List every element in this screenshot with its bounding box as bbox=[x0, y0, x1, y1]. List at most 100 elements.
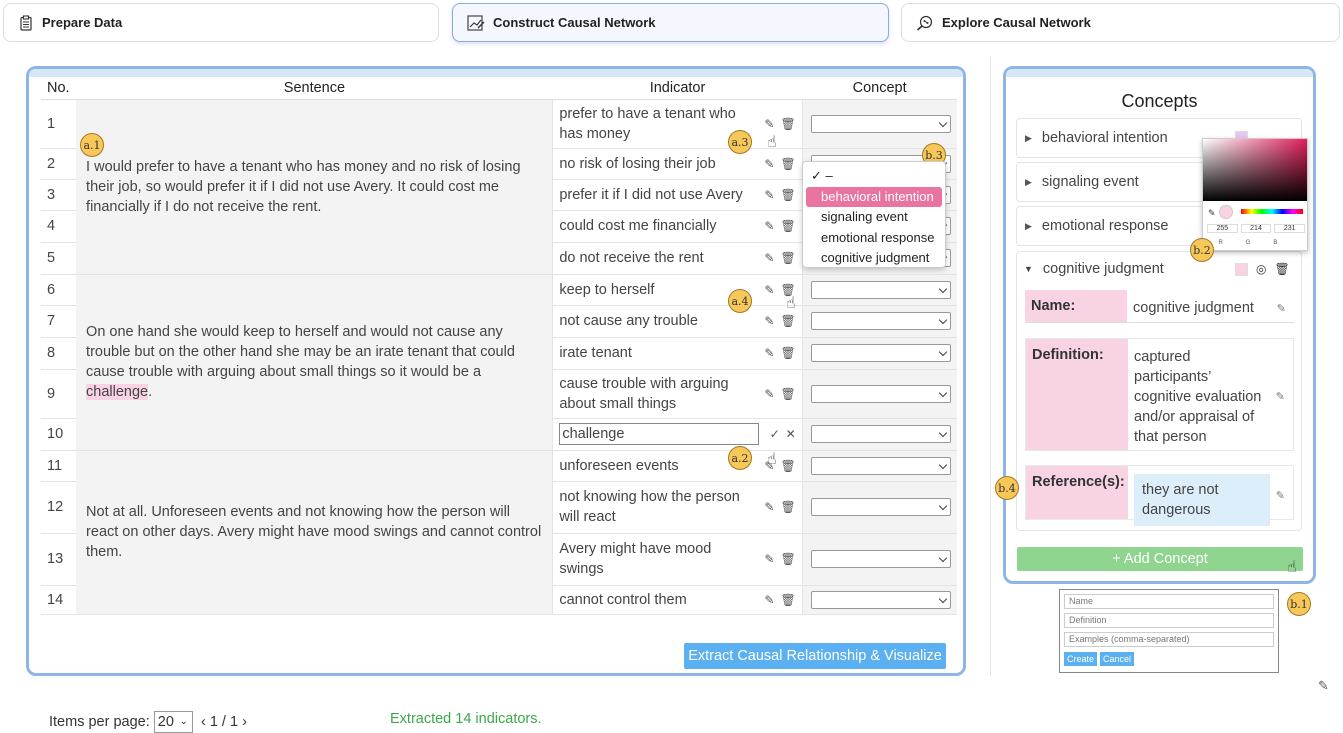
b-input[interactable]: 231 bbox=[1274, 224, 1306, 233]
concept-select[interactable] bbox=[810, 114, 951, 133]
pencil-icon[interactable]: ✎ bbox=[764, 280, 774, 300]
header-concept: Concept bbox=[802, 77, 957, 100]
indicator-table: No. Sentence Indicator Concept 1I would … bbox=[41, 77, 957, 615]
pencil-icon[interactable]: ✎ bbox=[764, 497, 774, 517]
trash-icon[interactable]: 🗑 bbox=[780, 384, 795, 404]
pencil-icon[interactable]: ✎ bbox=[764, 248, 774, 268]
g-label: G bbox=[1245, 240, 1251, 246]
indicator-cell: not cause any trouble ✎ 🗑 bbox=[552, 305, 803, 338]
concept-select[interactable] bbox=[810, 498, 951, 516]
row-number: 4 bbox=[41, 210, 77, 243]
panel-header-bar bbox=[29, 69, 963, 77]
reference-value[interactable]: they are not dangerous ✎ bbox=[1128, 466, 1293, 526]
trash-icon[interactable]: 🗑 bbox=[780, 590, 795, 610]
edit-note-icon[interactable]: ✎ bbox=[1318, 678, 1329, 694]
indicator-cell: could cost me financially ✎ 🗑 bbox=[552, 210, 803, 243]
tab-prepare-data[interactable]: Prepare Data bbox=[3, 3, 439, 42]
dropdown-option-none[interactable]: ✓ – bbox=[803, 166, 945, 187]
pencil-icon[interactable]: ✎ bbox=[1276, 486, 1285, 506]
color-swatch[interactable] bbox=[1235, 262, 1248, 276]
concept-select[interactable] bbox=[810, 312, 951, 330]
pencil-icon[interactable]: ✎ bbox=[764, 343, 774, 363]
hue-slider[interactable] bbox=[1241, 209, 1303, 214]
caret-down-icon: ▼ bbox=[1024, 264, 1033, 274]
concept-select[interactable] bbox=[810, 384, 951, 403]
color-picker: ✎ 255 214 231 R G B bbox=[1202, 138, 1308, 251]
pencil-icon[interactable]: ✎ bbox=[764, 311, 774, 331]
indicator-cell: do not receive the rent ✎ 🗑 bbox=[552, 242, 803, 275]
cancel-button[interactable]: Cancel bbox=[1100, 652, 1135, 666]
dropdown-option-cognitive-judgment[interactable]: cognitive judgment bbox=[803, 248, 945, 269]
concept-cell bbox=[802, 99, 957, 149]
g-input[interactable]: 214 bbox=[1240, 224, 1272, 233]
create-button[interactable]: Create bbox=[1064, 652, 1098, 666]
tab-construct-causal-network[interactable]: Construct Causal Network bbox=[452, 3, 889, 42]
trash-icon[interactable]: 🗑 bbox=[780, 343, 795, 363]
examples-field[interactable]: Examples (comma-separated) bbox=[1064, 632, 1274, 647]
pencil-icon[interactable]: ✎ bbox=[764, 384, 774, 404]
trash-icon[interactable]: 🗑 bbox=[780, 114, 795, 134]
close-icon[interactable]: ✕ bbox=[786, 424, 796, 444]
sentence-text: I would prefer to have a tenant who has … bbox=[86, 158, 521, 215]
indicator-text: prefer it if I did not use Avery bbox=[559, 186, 743, 203]
dropdown-option-behavioral-intention[interactable]: behavioral intention bbox=[806, 186, 942, 207]
extract-causal-button[interactable]: Extract Causal Relationship & Visualize bbox=[684, 643, 946, 669]
palette-icon[interactable]: ◎ bbox=[1256, 262, 1266, 276]
trash-icon[interactable]: 🗑 bbox=[780, 497, 795, 517]
indicator-edit-input[interactable]: challenge bbox=[559, 423, 760, 445]
pencil-icon[interactable]: ✎ bbox=[764, 114, 774, 134]
prev-page-button[interactable]: ‹ bbox=[201, 714, 206, 730]
status-text: Extracted 14 indicators. bbox=[390, 711, 542, 727]
concept-select[interactable] bbox=[810, 425, 951, 443]
pencil-icon[interactable]: ✎ bbox=[1277, 299, 1286, 319]
concept-select[interactable] bbox=[810, 550, 951, 568]
indicator-cell: prefer to have a tenant who has money ✎ 🗑 bbox=[552, 99, 803, 149]
dropdown-option-signaling-event[interactable]: signaling event bbox=[803, 207, 945, 228]
pencil-icon[interactable]: ✎ bbox=[764, 590, 774, 610]
pencil-icon[interactable]: ✎ bbox=[764, 185, 774, 205]
name-value[interactable]: cognitive judgment ✎ bbox=[1127, 290, 1294, 322]
name-label: Name: bbox=[1025, 290, 1127, 322]
concept-select[interactable] bbox=[810, 344, 951, 362]
pencil-icon[interactable]: ✎ bbox=[764, 549, 774, 569]
saturation-area[interactable] bbox=[1203, 139, 1307, 201]
pencil-icon[interactable]: ✎ bbox=[764, 216, 774, 236]
tab-explore-causal-network[interactable]: Explore Causal Network bbox=[901, 3, 1340, 42]
concept-select[interactable] bbox=[810, 280, 951, 299]
concept-dropdown-menu: ✓ – behavioral intention signaling event… bbox=[802, 161, 946, 268]
trash-icon[interactable]: 🗑 bbox=[780, 154, 795, 174]
next-page-button[interactable]: › bbox=[242, 714, 247, 730]
add-concept-button[interactable]: + Add Concept bbox=[1017, 547, 1303, 571]
pencil-icon[interactable]: ✎ bbox=[764, 154, 774, 174]
table-row: 11 Not at all. Unforeseen events and not … bbox=[41, 450, 957, 615]
concept-item-cognitive-judgment[interactable]: ▼ cognitive judgment bbox=[1024, 261, 1164, 277]
trash-icon[interactable]: 🗑 bbox=[1274, 262, 1289, 276]
eyedropper-icon[interactable]: ✎ bbox=[1208, 208, 1216, 219]
trash-icon[interactable]: 🗑 bbox=[780, 185, 795, 205]
trash-icon[interactable]: 🗑 bbox=[780, 456, 795, 476]
rgb-inputs: 255 214 231 bbox=[1207, 224, 1306, 233]
concept-select[interactable] bbox=[810, 590, 951, 609]
trash-icon[interactable]: 🗑 bbox=[780, 311, 795, 331]
row-number: 12 bbox=[41, 481, 77, 534]
concept-select[interactable] bbox=[810, 456, 951, 475]
concept-cell bbox=[802, 274, 957, 306]
indicator-panel: No. Sentence Indicator Concept 1I would … bbox=[26, 66, 966, 733]
hand-pointer-icon: ☝ bbox=[1287, 559, 1297, 576]
dropdown-option-emotional-response[interactable]: emotional response bbox=[803, 228, 945, 249]
trash-icon[interactable]: 🗑 bbox=[780, 549, 795, 569]
definition-field[interactable]: Definition bbox=[1064, 613, 1274, 628]
search-network-icon bbox=[916, 15, 933, 31]
highlighted-phrase[interactable]: challenge bbox=[86, 384, 149, 400]
definition-value[interactable]: captured participants’ cognitive evaluat… bbox=[1128, 339, 1293, 450]
items-per-page-select[interactable]: 20 ⌄ bbox=[153, 711, 193, 733]
r-input[interactable]: 255 bbox=[1207, 224, 1238, 233]
indicator-cell: no risk of losing their job ✎ 🗑 bbox=[552, 148, 803, 180]
trash-icon[interactable]: 🗑 bbox=[780, 216, 795, 236]
pencil-icon[interactable]: ✎ bbox=[1276, 387, 1285, 407]
trash-icon[interactable]: 🗑 bbox=[780, 248, 795, 268]
chevron-down-icon: ⌄ bbox=[179, 716, 188, 727]
confirm-icon[interactable]: ✓ bbox=[770, 424, 780, 444]
row-number: 7 bbox=[41, 305, 77, 338]
name-field[interactable]: Name bbox=[1064, 594, 1274, 609]
